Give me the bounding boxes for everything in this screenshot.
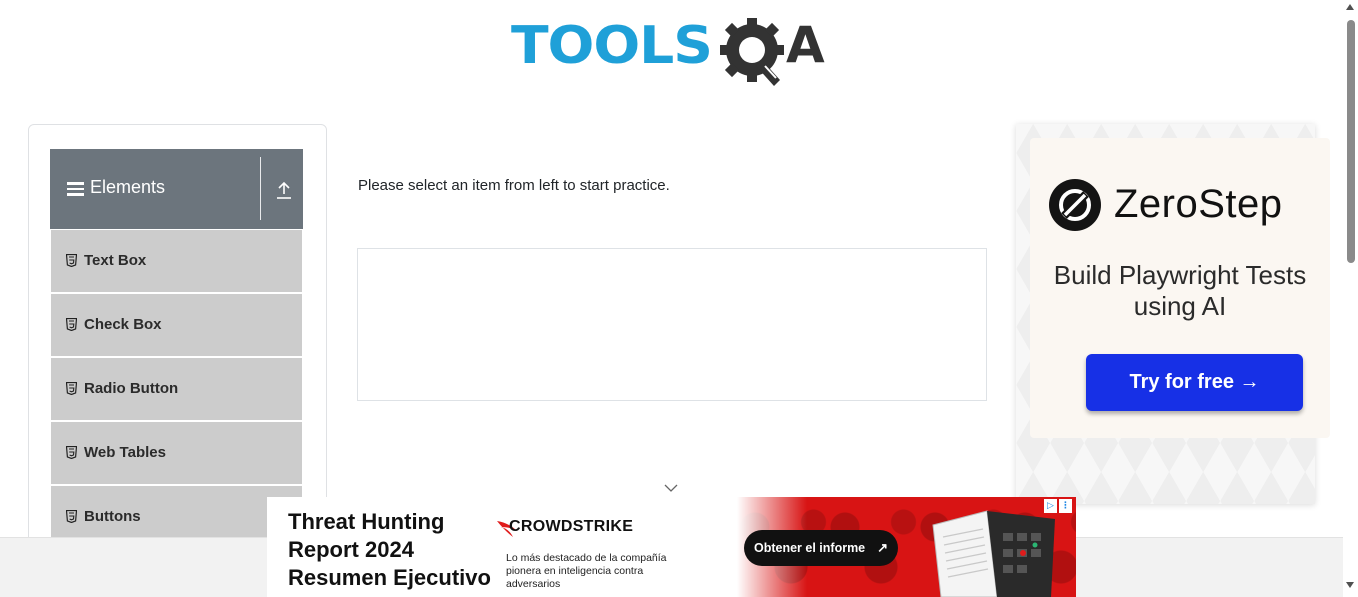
ad-tagline: Build Playwright Tests using AI bbox=[1053, 260, 1307, 321]
sidebar-item-label: Check Box bbox=[84, 316, 162, 333]
html5-icon bbox=[66, 318, 77, 331]
chevron-down-icon[interactable] bbox=[663, 483, 679, 493]
ad-subtext: Lo más destacado de la compañía pionera … bbox=[506, 552, 667, 590]
gear-magnifier-icon bbox=[720, 18, 784, 86]
zerostep-ad[interactable]: ZeroStep Build Playwright Tests using AI… bbox=[1016, 124, 1330, 504]
sidebar-item-label: Radio Button bbox=[84, 380, 179, 397]
ad-panel: ZeroStep Build Playwright Tests using AI… bbox=[1030, 138, 1330, 438]
try-for-free-button[interactable]: Try for free → bbox=[1086, 354, 1303, 411]
sidebar-group-elements[interactable]: Elements bbox=[50, 149, 303, 229]
html5-icon bbox=[66, 510, 77, 523]
obtener-informe-button[interactable]: Obtener el informe ↗ bbox=[744, 530, 898, 566]
html5-icon bbox=[66, 254, 77, 267]
sidebar-item-radio-button[interactable]: Radio Button bbox=[51, 358, 302, 422]
scrollbar-thumb[interactable] bbox=[1347, 20, 1355, 263]
sidebar-item-web-tables[interactable]: Web Tables bbox=[51, 422, 302, 486]
arrow-up-right-icon: ↗ bbox=[877, 540, 888, 555]
scroll-down-arrow-icon[interactable] bbox=[1346, 582, 1354, 588]
logo-text-a: A bbox=[786, 16, 825, 74]
sidebar-group-title: Elements bbox=[90, 177, 166, 197]
ad-brand: ZeroStep bbox=[1114, 182, 1283, 226]
divider bbox=[260, 157, 261, 220]
logo-text-tools: TOOLS bbox=[511, 16, 713, 76]
ad-headline: Threat Hunting Report 2024 Resumen Ejecu… bbox=[288, 509, 491, 590]
menu-icon bbox=[67, 182, 84, 196]
report-book-image bbox=[932, 510, 1055, 597]
instructions-text: Please select an item from left to start… bbox=[358, 177, 670, 194]
zerostep-logo-icon bbox=[1049, 179, 1101, 231]
sidebar-item-label: Web Tables bbox=[84, 444, 166, 461]
sidebar-item-check-box[interactable]: Check Box bbox=[51, 294, 302, 358]
ad-choices[interactable]: ▷ ⋮ bbox=[1044, 499, 1072, 513]
sidebar-item-label: Buttons bbox=[84, 508, 141, 525]
html5-icon bbox=[66, 446, 77, 459]
cta-label: Obtener el informe bbox=[754, 541, 866, 555]
adchoices-icon[interactable]: ▷ bbox=[1044, 499, 1057, 513]
upload-icon[interactable] bbox=[274, 179, 294, 201]
toolsqa-logo[interactable]: TOOLS A bbox=[511, 14, 836, 92]
scroll-up-arrow-icon[interactable] bbox=[1346, 4, 1354, 10]
more-options-icon[interactable]: ⋮ bbox=[1059, 499, 1072, 513]
ad-brand: CROWDSTRIKE bbox=[509, 518, 634, 535]
content-panel bbox=[357, 248, 987, 401]
sidebar-item-label: Text Box bbox=[84, 252, 147, 269]
page: TOOLS A Elements Text Box Check Box Radi… bbox=[0, 0, 1358, 597]
sidebar-item-text-box[interactable]: Text Box bbox=[51, 230, 302, 294]
html5-icon bbox=[66, 382, 77, 395]
crowdstrike-banner-ad[interactable]: Threat Hunting Report 2024 Resumen Ejecu… bbox=[267, 497, 1076, 597]
